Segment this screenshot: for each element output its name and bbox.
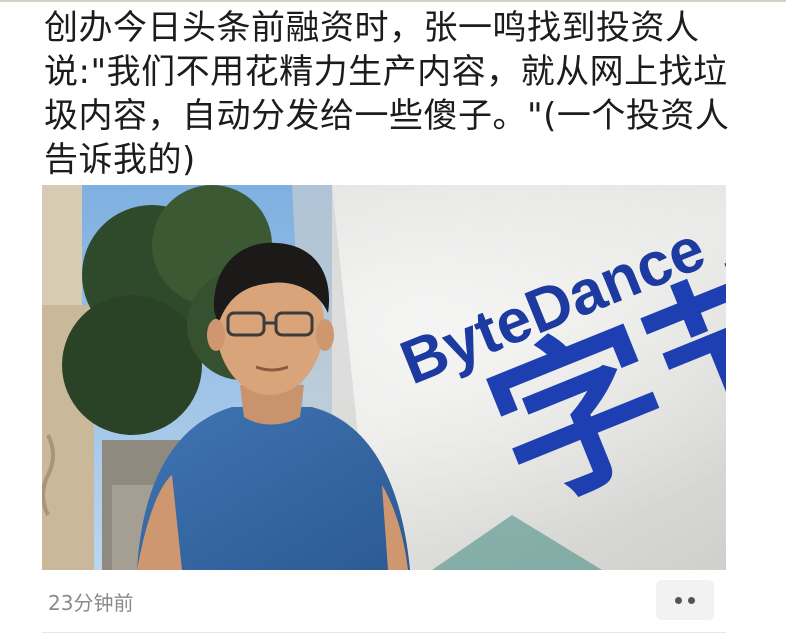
top-divider <box>0 0 786 2</box>
more-options-button[interactable] <box>656 580 714 620</box>
article-image[interactable]: ByteDance 字节 <box>42 185 726 570</box>
news-photo: ByteDance 字节 <box>42 185 726 570</box>
card-footer: 23分钟前 <box>42 578 726 622</box>
feed-card[interactable]: 创办今日头条前融资时，张一鸣找到投资人说:"我们不用花精力生产内容，就从网上找垃… <box>0 0 786 640</box>
article-headline[interactable]: 创办今日头条前融资时，张一鸣找到投资人说:"我们不用花精力生产内容，就从网上找垃… <box>44 6 744 182</box>
more-dots-icon <box>688 596 695 604</box>
bottom-divider <box>42 632 726 633</box>
timestamp: 23分钟前 <box>48 591 134 615</box>
more-dots-icon <box>675 596 682 604</box>
